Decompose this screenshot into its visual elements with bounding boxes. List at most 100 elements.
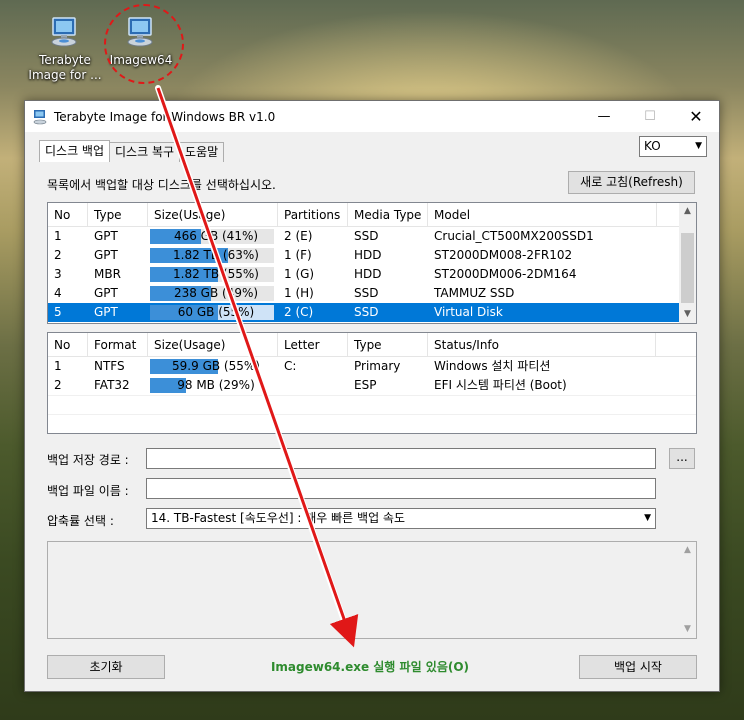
disk-row[interactable]: 2 GPT 1.82 TB (63%) 1 (F) HDD ST2000DM008-2FR… [48, 246, 696, 265]
column-header[interactable]: No [48, 203, 88, 226]
column-header[interactable]: Letter [278, 333, 348, 356]
cell-type: GPT [94, 248, 118, 262]
scroll-down-icon[interactable]: ▼ [679, 621, 696, 638]
cell-no: 2 [54, 378, 62, 392]
instruction-text: 목록에서 백업할 대상 디스크를 선택하십시오. [47, 178, 276, 192]
scroll-thumb[interactable] [681, 233, 694, 303]
cell-no: 5 [54, 305, 62, 319]
log-area[interactable]: ▲ ▼ [47, 541, 697, 639]
start-backup-button[interactable]: 백업 시작 [579, 655, 697, 679]
compression-select[interactable]: 14. TB-Fastest [속도우선] : 매우 빠른 백업 속도 ▼ [146, 508, 656, 529]
column-header[interactable]: No [48, 333, 88, 356]
scroll-up-icon[interactable]: ▲ [679, 542, 696, 559]
usage-cell: 238 GB (49%) [148, 284, 278, 303]
usage-cell: 1.82 TB (55%) [148, 265, 278, 284]
disk-list[interactable]: No Type Size(Usage) Partitions Media Typ… [47, 202, 697, 324]
highlight-circle [104, 4, 184, 84]
refresh-button[interactable]: 새로 고침(Refresh) [568, 171, 695, 194]
close-button[interactable]: ✕ [673, 101, 719, 132]
cell-status: EFI 시스템 파티션 (Boot) [434, 378, 567, 392]
partition-list[interactable]: No Format Size(Usage) Letter Type Status… [47, 332, 697, 434]
cell-no: 2 [54, 248, 62, 262]
column-header[interactable]: Type [348, 333, 428, 356]
cell-format: NTFS [94, 359, 125, 373]
cell-type: GPT [94, 229, 118, 243]
usage-text: 1.82 TB (63%) [173, 248, 259, 262]
backup-name-label: 백업 파일 이름 : [47, 484, 129, 498]
maximize-button[interactable]: ☐ [627, 101, 673, 132]
cell-model: Virtual Disk [434, 305, 503, 319]
computer-disk-icon [47, 16, 83, 50]
compression-value: 14. TB-Fastest [속도우선] : 매우 빠른 백업 속도 [151, 511, 406, 525]
log-scrollbar[interactable]: ▲ ▼ [679, 542, 696, 638]
cell-format: FAT32 [94, 378, 130, 392]
disk-list-scrollbar[interactable]: ▲ ▼ [679, 203, 696, 323]
cell-partitions: 2 (C) [284, 305, 314, 319]
usage-text: 98 MB (29%) [177, 378, 255, 392]
partition-row[interactable]: 1 NTFS 59.9 GB (55%) C: Primary Windows 설치 파티… [48, 357, 696, 376]
browse-button[interactable]: ... [669, 448, 695, 469]
cell-media: SSD [354, 286, 379, 300]
backup-path-label: 백업 저장 경로 : [47, 453, 129, 467]
usage-cell: 60 GB (55%) [148, 303, 278, 322]
disk-row[interactable]: 5 GPT 60 GB (55%) 2 (C) SSD Virtual Disk [48, 303, 696, 322]
column-header[interactable]: Partitions [278, 203, 348, 226]
tab-help[interactable]: 도움말 [179, 142, 225, 162]
status-message: Imagew64.exe 실행 파일 있음(O) [270, 660, 470, 674]
cell-media: HDD [354, 267, 382, 281]
window-title: Terabyte Image for Windows BR v1.0 [54, 109, 276, 124]
usage-cell: 466 GB (41%) [148, 227, 278, 246]
title-bar[interactable]: Terabyte Image for Windows BR v1.0 — ☐ ✕ [25, 101, 719, 132]
empty-row [48, 414, 696, 433]
disk-row[interactable]: 4 GPT 238 GB (49%) 1 (H) SSD TAMMUZ SSD [48, 284, 696, 303]
minimize-button[interactable]: — [581, 101, 627, 132]
column-header[interactable]: Media Type [348, 203, 428, 226]
cell-letter: C: [284, 359, 297, 373]
disk-row[interactable]: 3 MBR 1.82 TB (55%) 1 (G) HDD ST2000DM006-2DM… [48, 265, 696, 284]
tab-disk-restore[interactable]: 디스크 복구 [109, 142, 181, 162]
usage-cell: 1.82 TB (63%) [148, 246, 278, 265]
disk-row[interactable]: 1 GPT 466 GB (41%) 2 (E) SSD Crucial_CT500MX2… [48, 227, 696, 246]
cell-type: MBR [94, 267, 121, 281]
column-header[interactable]: Format [88, 333, 148, 356]
cell-model: ST2000DM008-2FR102 [434, 248, 573, 262]
cell-type: GPT [94, 305, 118, 319]
tab-strip: 디스크 백업 디스크 복구 도움말 [39, 140, 225, 162]
usage-cell: 98 MB (29%) [148, 376, 278, 395]
cell-letter [278, 376, 348, 395]
cell-model: Crucial_CT500MX200SSD1 [434, 229, 594, 243]
language-value: KO [644, 139, 661, 153]
cell-type: ESP [354, 378, 377, 392]
backup-path-input[interactable] [146, 448, 656, 469]
column-header[interactable]: Model [428, 203, 657, 226]
cell-media: SSD [354, 229, 379, 243]
scroll-down-icon[interactable]: ▼ [679, 306, 696, 323]
usage-text: 59.9 GB (55%) [172, 359, 260, 373]
compression-label: 압축률 선택 : [47, 514, 114, 528]
tab-disk-backup[interactable]: 디스크 백업 [39, 140, 111, 162]
usage-cell: 59.9 GB (55%) [148, 357, 278, 376]
column-header[interactable]: Size(Usage) [148, 333, 278, 356]
partition-list-header: No Format Size(Usage) Letter Type Status… [48, 333, 696, 357]
column-header[interactable]: Type [88, 203, 148, 226]
cell-no: 1 [54, 359, 62, 373]
language-select[interactable]: KO ▼ [639, 136, 707, 157]
cell-no: 3 [54, 267, 62, 281]
usage-text: 466 GB (41%) [173, 229, 259, 243]
usage-text: 238 GB (49%) [173, 286, 259, 300]
desktop-icon-terabyte[interactable]: Terabyte Image for ... [26, 16, 104, 83]
column-header[interactable]: Size(Usage) [148, 203, 278, 226]
column-header[interactable]: Status/Info [428, 333, 656, 356]
cell-partitions: 1 (F) [284, 248, 312, 262]
reset-button[interactable]: 초기화 [47, 655, 165, 679]
scroll-up-icon[interactable]: ▲ [679, 203, 696, 220]
partition-rows: 1 NTFS 59.9 GB (55%) C: Primary Windows 설치 파티… [48, 357, 696, 433]
desktop-icon-label: Image for ... [28, 68, 102, 82]
cell-partitions: 2 (E) [284, 229, 313, 243]
cell-no: 1 [54, 229, 62, 243]
backup-name-input[interactable] [146, 478, 656, 499]
cell-model: TAMMUZ SSD [434, 286, 515, 300]
partition-row[interactable]: 2 FAT32 98 MB (29%) ESP EFI 시스템 파티션 (Boot) [48, 376, 696, 395]
cell-model: ST2000DM006-2DM164 [434, 267, 577, 281]
app-window: Terabyte Image for Windows BR v1.0 — ☐ ✕… [24, 100, 720, 692]
